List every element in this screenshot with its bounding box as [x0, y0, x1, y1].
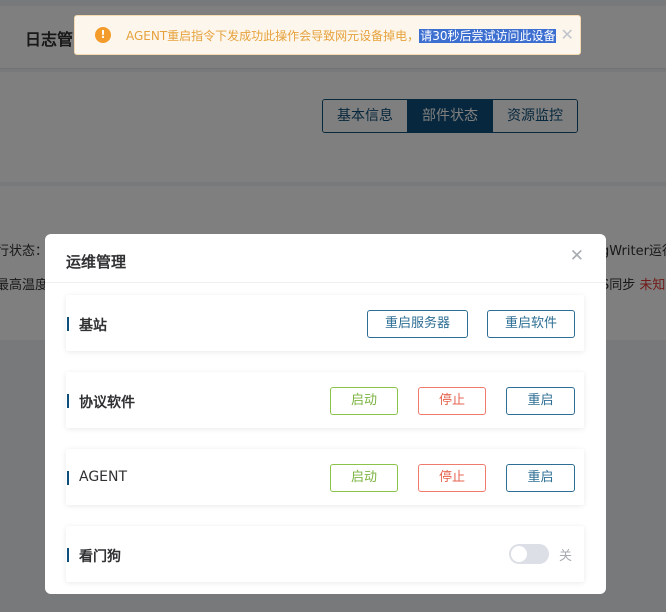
- section-marker: [67, 394, 69, 408]
- protocol-start-button[interactable]: 启动: [330, 387, 398, 415]
- section-protocol-software: 协议软件 启动 停止 重启: [66, 372, 584, 428]
- dialog-divider: [45, 282, 606, 283]
- ops-dialog: 运维管理 ✕ 基站 重启服务器 重启软件 协议软件 启动 停止 重启 AGENT…: [45, 234, 606, 594]
- page: 日志管 基本信息 部件状态 资源监控 行状态： 最高温度 gWriter运行 S…: [0, 0, 666, 612]
- toast-highlight: 请30秒后尝试访问此设备: [419, 28, 557, 43]
- warning-icon: !: [95, 27, 111, 43]
- restart-software-button[interactable]: 重启软件: [487, 310, 575, 338]
- toast-close-icon[interactable]: ✕: [560, 27, 573, 43]
- agent-start-button[interactable]: 启动: [330, 464, 398, 492]
- section-base-station: 基站 重启服务器 重启软件: [66, 295, 584, 351]
- section-agent: AGENT 启动 停止 重启: [66, 449, 584, 505]
- toast-message: AGENT重启指令下发成功此操作会导致网元设备掉电，请30秒后尝试访问此设备: [126, 27, 557, 44]
- section-label: 看门狗: [79, 549, 121, 565]
- toast-text: AGENT重启指令下发成功此操作会导致网元设备掉电，: [126, 28, 420, 43]
- agent-restart-button[interactable]: 重启: [506, 464, 575, 492]
- section-label: 协议软件: [79, 395, 135, 411]
- protocol-restart-button[interactable]: 重启: [506, 387, 575, 415]
- restart-server-button[interactable]: 重启服务器: [367, 310, 468, 338]
- protocol-stop-button[interactable]: 停止: [418, 387, 486, 415]
- section-marker: [67, 317, 69, 331]
- dialog-close-icon[interactable]: ✕: [570, 248, 584, 265]
- section-marker: [67, 471, 69, 485]
- watchdog-toggle[interactable]: [509, 544, 549, 564]
- section-label: AGENT: [79, 469, 128, 485]
- toggle-knob: [511, 546, 527, 562]
- section-marker: [67, 548, 69, 562]
- warning-toast: ! AGENT重启指令下发成功此操作会导致网元设备掉电，请30秒后尝试访问此设备…: [74, 15, 581, 55]
- toggle-state-label: 关: [559, 549, 573, 564]
- agent-stop-button[interactable]: 停止: [418, 464, 486, 492]
- section-watchdog: 看门狗 关: [66, 526, 584, 582]
- section-label: 基站: [79, 318, 107, 334]
- dialog-title: 运维管理: [66, 253, 127, 271]
